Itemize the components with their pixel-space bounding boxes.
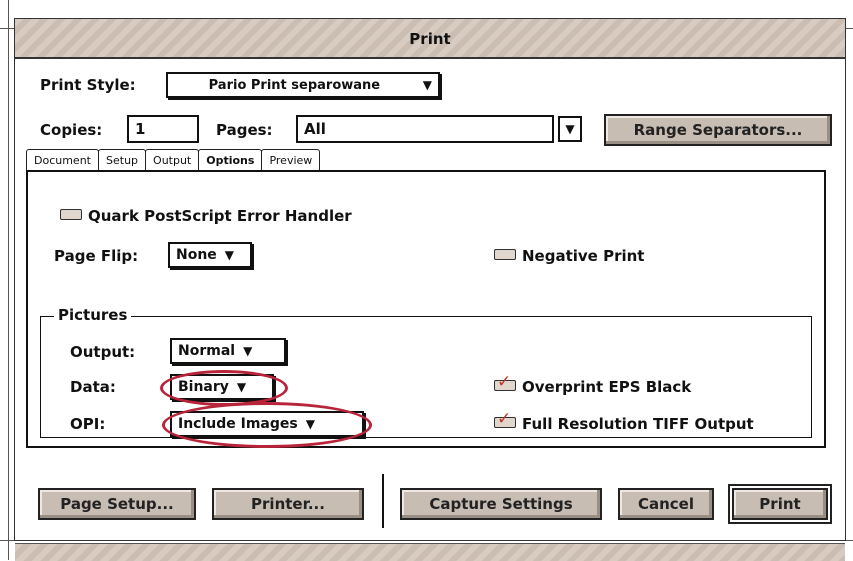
button-divider (382, 474, 384, 528)
printer-button[interactable]: Printer... (212, 488, 364, 520)
tab-options[interactable]: Options (198, 149, 263, 170)
full-res-checkbox[interactable]: ✓ (494, 409, 516, 429)
annotation-circle-data (160, 370, 288, 406)
full-res-option[interactable]: ✓ Full Resolution TIFF Output (494, 409, 754, 433)
output-value: Normal (178, 343, 236, 359)
overprint-checkbox[interactable]: ✓ (494, 372, 516, 392)
page-flip-popup[interactable]: None ▼ (168, 242, 252, 268)
print-style-value: Pario Print separowane (208, 77, 381, 93)
print-style-label: Print Style: (40, 76, 136, 94)
data-label: Data: (70, 378, 116, 396)
title-bar[interactable]: Print (15, 19, 845, 59)
error-handler-option[interactable]: Quark PostScript Error Handler (60, 207, 352, 225)
page-flip-label: Page Flip: (54, 247, 139, 265)
tab-setup[interactable]: Setup (98, 149, 147, 170)
page-setup-button[interactable]: Page Setup... (38, 488, 196, 520)
triangle-down-icon: ▼ (224, 248, 235, 262)
negative-print-option[interactable]: Negative Print (494, 247, 644, 265)
pictures-group-title: Pictures (54, 306, 132, 324)
background-window-strip (15, 543, 845, 561)
triangle-down-icon: ▼ (422, 78, 432, 92)
triangle-down-icon: ▼ (565, 122, 575, 136)
copies-label: Copies: (40, 121, 103, 139)
negative-print-label: Negative Print (522, 247, 645, 265)
triangle-down-icon: ▼ (243, 344, 253, 358)
opi-label: OPI: (70, 415, 106, 433)
error-handler-checkbox[interactable] (60, 209, 82, 220)
tab-output[interactable]: Output (145, 149, 200, 170)
window-title: Print (409, 30, 451, 48)
cancel-button[interactable]: Cancel (618, 488, 714, 520)
overprint-option[interactable]: ✓ Overprint EPS Black (494, 372, 692, 396)
range-separators-button[interactable]: Range Separators... (604, 114, 832, 146)
page-flip-value: None (176, 247, 217, 263)
error-handler-label: Quark PostScript Error Handler (88, 207, 352, 225)
print-button[interactable]: Print (728, 484, 832, 524)
pages-dropdown-button[interactable]: ▼ (558, 116, 582, 142)
overprint-label: Overprint EPS Black (522, 378, 692, 396)
capture-settings-button[interactable]: Capture Settings (400, 488, 602, 520)
negative-print-checkbox[interactable] (494, 249, 516, 260)
pages-field[interactable]: All (296, 115, 554, 143)
copies-field[interactable]: 1 (127, 115, 199, 143)
tab-document[interactable]: Document (26, 149, 99, 170)
output-popup[interactable]: Normal ▼ (170, 338, 286, 364)
tab-preview[interactable]: Preview (261, 149, 321, 170)
annotation-circle-opi (162, 402, 372, 448)
print-style-popup[interactable]: Pario Print separowane ▼ (166, 72, 440, 98)
full-res-label: Full Resolution TIFF Output (522, 415, 754, 433)
checkmark-icon: ✓ (497, 372, 512, 392)
checkmark-icon: ✓ (497, 409, 512, 429)
crop-line-left (8, 0, 9, 560)
pages-label: Pages: (216, 121, 273, 139)
output-label: Output: (70, 343, 136, 361)
tab-bar: Document Setup Output Options Preview (26, 149, 321, 170)
